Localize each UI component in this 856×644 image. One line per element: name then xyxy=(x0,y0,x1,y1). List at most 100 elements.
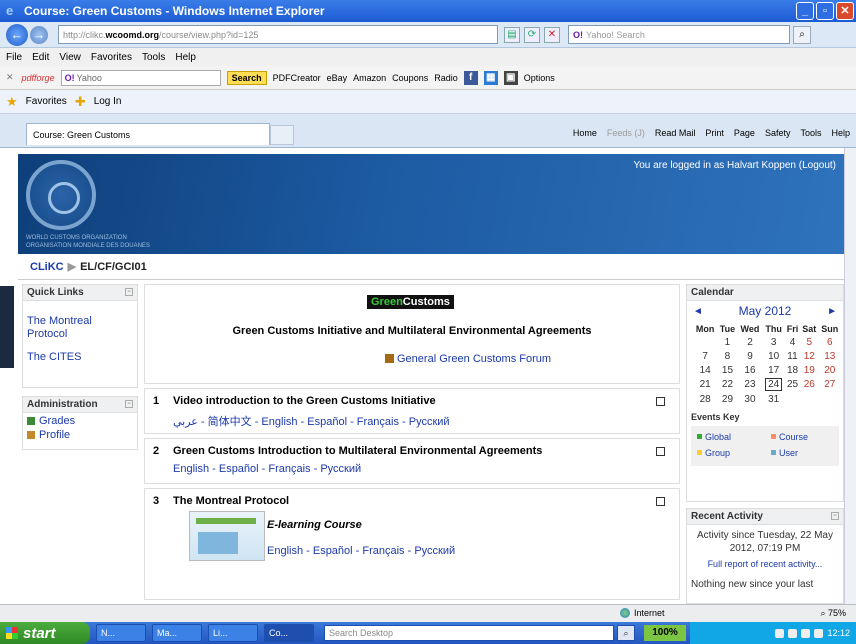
collapse-icon[interactable]: − xyxy=(125,400,133,408)
full-report-link[interactable]: Full report of recent activity... xyxy=(687,559,843,569)
pdfforge-logo[interactable]: pdfforge xyxy=(22,73,55,83)
calendar-day[interactable]: 17 xyxy=(762,363,785,377)
stop-icon[interactable]: ✕ xyxy=(544,26,560,43)
favorites-label[interactable]: Favorites xyxy=(26,96,67,107)
calendar-day[interactable]: 2 xyxy=(738,335,763,349)
tray-icon[interactable] xyxy=(775,628,785,638)
course-thumbnail[interactable] xyxy=(189,511,265,561)
cmd-home[interactable]: Home xyxy=(573,128,597,138)
calendar-day[interactable]: 14 xyxy=(693,363,717,377)
yahoo-search-field[interactable]: O! Yahoo xyxy=(60,69,221,86)
close-window-button[interactable]: ✕ xyxy=(836,2,854,20)
refresh-icon[interactable]: ⟳ xyxy=(524,26,540,43)
calendar-day[interactable]: 30 xyxy=(738,392,763,406)
menu-edit[interactable]: Edit xyxy=(32,52,49,63)
section-toggle-icon[interactable] xyxy=(656,397,665,406)
section-toggle-icon[interactable] xyxy=(656,447,665,456)
next-month-icon[interactable]: ► xyxy=(827,306,837,317)
calendar-day[interactable]: 12 xyxy=(800,349,818,363)
menu-tools[interactable]: Tools xyxy=(142,52,165,63)
taskbar-item-4[interactable]: Co... xyxy=(264,624,314,642)
calendar-day[interactable]: 20 xyxy=(819,363,841,377)
calendar-app-icon[interactable]: ▦ xyxy=(483,70,498,85)
calendar-day[interactable]: 4 xyxy=(785,335,800,349)
maximize-button[interactable]: ▫ xyxy=(816,2,834,20)
calendar-day[interactable]: 8 xyxy=(717,349,737,363)
tray-icon[interactable] xyxy=(801,628,811,638)
menu-help[interactable]: Help xyxy=(175,52,196,63)
facebook-icon[interactable]: f xyxy=(463,70,478,85)
close-toolbar-icon[interactable]: ✕ xyxy=(6,72,14,83)
collapse-icon[interactable]: − xyxy=(831,512,839,520)
key-group[interactable]: Group xyxy=(697,448,730,458)
compatibility-icon[interactable]: ▤ xyxy=(504,26,520,43)
menu-file[interactable]: File xyxy=(6,52,22,63)
vertical-scrollbar[interactable] xyxy=(844,148,856,604)
desktop-search-input[interactable]: Search Desktop ⌕ xyxy=(324,625,635,641)
calendar-day[interactable]: 29 xyxy=(717,392,737,406)
admin-profile[interactable]: Profile xyxy=(27,429,133,441)
calendar-day[interactable]: 1 xyxy=(717,335,737,349)
calendar-day[interactable]: 27 xyxy=(819,377,841,392)
new-tab-button[interactable] xyxy=(270,125,294,145)
section-toggle-icon[interactable] xyxy=(656,497,665,506)
calendar-day[interactable]: 28 xyxy=(693,392,717,406)
admin-grades[interactable]: Grades xyxy=(27,415,133,427)
taskbar-item-2[interactable]: Ma... xyxy=(152,624,202,642)
link-cites[interactable]: The CITES xyxy=(27,351,133,364)
toolbar-search-button[interactable]: Search xyxy=(226,70,267,85)
calendar-day[interactable]: 9 xyxy=(738,349,763,363)
toolbar-pdfcreator[interactable]: PDFCreator xyxy=(273,73,321,83)
add-favorite-icon[interactable]: ✚ xyxy=(75,94,86,110)
calendar-day[interactable]: 19 xyxy=(800,363,818,377)
key-user[interactable]: User xyxy=(771,448,798,458)
toolbar-radio[interactable]: Radio xyxy=(434,73,458,83)
calendar-day[interactable]: 21 xyxy=(693,377,717,392)
key-course[interactable]: Course xyxy=(771,432,808,442)
toolbar-options[interactable]: Options xyxy=(524,73,555,83)
calendar-day[interactable]: 10 xyxy=(762,349,785,363)
taskbar-item-3[interactable]: Li... xyxy=(208,624,258,642)
tray-icon[interactable] xyxy=(814,628,824,638)
menu-favorites[interactable]: Favorites xyxy=(91,52,132,63)
calendar-day[interactable]: 13 xyxy=(819,349,841,363)
forward-button[interactable]: → xyxy=(30,25,48,44)
collapse-icon[interactable]: − xyxy=(125,288,133,296)
calendar-day[interactable]: 26 xyxy=(800,377,818,392)
tray-icon[interactable] xyxy=(788,628,798,638)
zoom-level[interactable]: ⌕ 75% xyxy=(820,608,846,619)
search-go-icon[interactable]: ⌕ xyxy=(793,25,811,44)
calendar-month[interactable]: May 2012 xyxy=(739,304,792,318)
cmd-tools[interactable]: Tools xyxy=(800,128,821,138)
favorite-login[interactable]: Log In xyxy=(94,96,122,107)
prev-month-icon[interactable]: ◄ xyxy=(693,306,703,317)
calendar-day[interactable]: 3 xyxy=(762,335,785,349)
calendar-day[interactable]: 15 xyxy=(717,363,737,377)
cmd-page[interactable]: Page xyxy=(734,128,755,138)
tab-course-green-customs[interactable]: Course: Green Customs xyxy=(26,123,270,145)
cmd-print[interactable]: Print xyxy=(705,128,724,138)
url-field[interactable]: http://clikc. wcoomd.org/course/view.php?… xyxy=(58,25,498,44)
calendar-day[interactable]: 16 xyxy=(738,363,763,377)
toolbar-ebay[interactable]: eBay xyxy=(327,73,348,83)
calendar-day[interactable]: 11 xyxy=(785,349,800,363)
breadcrumb-root[interactable]: CLiKC xyxy=(30,261,64,273)
back-button[interactable]: ← xyxy=(6,23,28,46)
section-language-links[interactable]: English - Español - Français - Русский xyxy=(173,463,361,475)
link-montreal-protocol[interactable]: The Montreal Protocol xyxy=(27,315,133,341)
calendar-day[interactable]: 22 xyxy=(717,377,737,392)
minimize-button[interactable]: _ xyxy=(796,2,814,20)
security-zone[interactable]: Internet xyxy=(620,608,665,618)
cmd-safety[interactable]: Safety xyxy=(765,128,791,138)
calendar-day[interactable]: 31 xyxy=(762,392,785,406)
section-language-links[interactable]: English - Español - Français - Русский xyxy=(267,545,455,557)
section-language-links[interactable]: عربي - 简体中文 - English - Español - França… xyxy=(173,413,450,429)
toolbar-amazon[interactable]: Amazon xyxy=(353,73,386,83)
calendar-day[interactable]: 5 xyxy=(800,335,818,349)
calendar-day[interactable]: 23 xyxy=(738,377,763,392)
calendar-day-today[interactable]: 24 xyxy=(762,377,785,392)
login-info[interactable]: You are logged in as Halvart Koppen (Log… xyxy=(633,160,836,171)
favorites-star-icon[interactable]: ★ xyxy=(6,94,18,110)
calendar-day[interactable]: 6 xyxy=(819,335,841,349)
calendar-day[interactable]: 25 xyxy=(785,377,800,392)
